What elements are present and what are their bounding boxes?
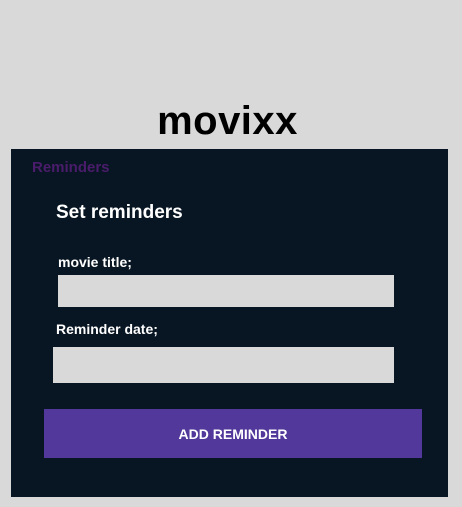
movie-title-label: movie title; — [58, 254, 132, 270]
reminder-date-label: Reminder date; — [56, 321, 158, 337]
form-heading: Set reminders — [56, 202, 183, 223]
reminders-panel: Reminders Set reminders movie title; Rem… — [11, 149, 448, 497]
reminder-date-input[interactable] — [53, 347, 394, 383]
app-title: movixx — [157, 99, 298, 143]
section-label-reminders: Reminders — [32, 159, 110, 176]
add-reminder-button[interactable]: ADD REMINDER — [44, 409, 422, 458]
movie-title-input[interactable] — [58, 275, 394, 307]
